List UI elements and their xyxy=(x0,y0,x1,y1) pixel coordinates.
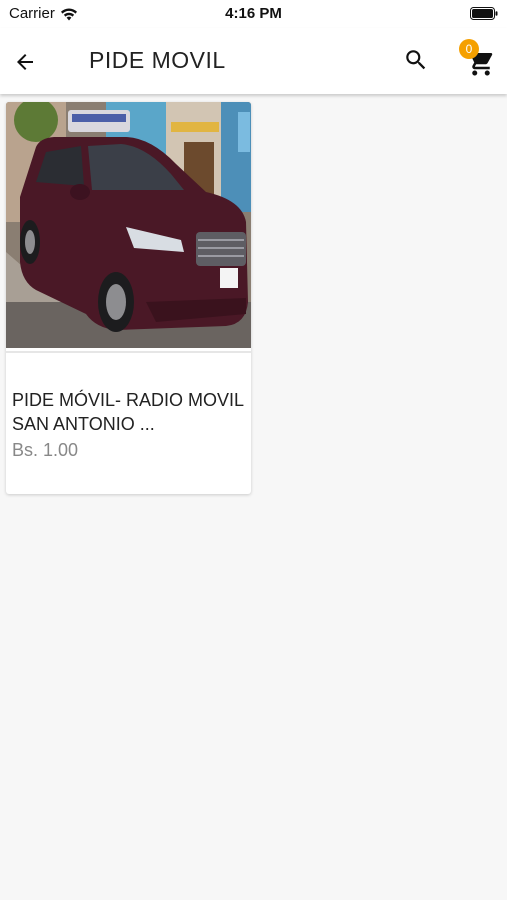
status-bar: Carrier 4:16 PM xyxy=(0,0,507,28)
page-title: PIDE MOVIL xyxy=(89,47,226,73)
app-bar: PIDE MOVIL 0 xyxy=(0,28,507,94)
status-time: 4:16 PM xyxy=(225,5,282,22)
back-button[interactable] xyxy=(8,45,42,79)
app-screen: Carrier 4:16 PM PIDE MOVIL 0 PIDE MÓVIL-… xyxy=(0,0,507,900)
product-image xyxy=(6,102,251,348)
product-price: Bs. 1.00 xyxy=(12,440,79,460)
product-card[interactable]: PIDE MÓVIL- RADIO MOVIL SAN ANTONIO ... … xyxy=(6,102,251,494)
cart-count-badge: 0 xyxy=(459,39,479,59)
arrow-left-icon xyxy=(17,54,33,70)
product-name: PIDE MÓVIL- RADIO MOVIL SAN ANTONIO ... xyxy=(12,390,244,434)
battery-full-icon xyxy=(470,7,498,20)
image-divider xyxy=(6,351,251,353)
search-button[interactable] xyxy=(400,44,432,76)
search-icon xyxy=(406,50,426,70)
minivan-taxi-photo xyxy=(6,102,251,348)
